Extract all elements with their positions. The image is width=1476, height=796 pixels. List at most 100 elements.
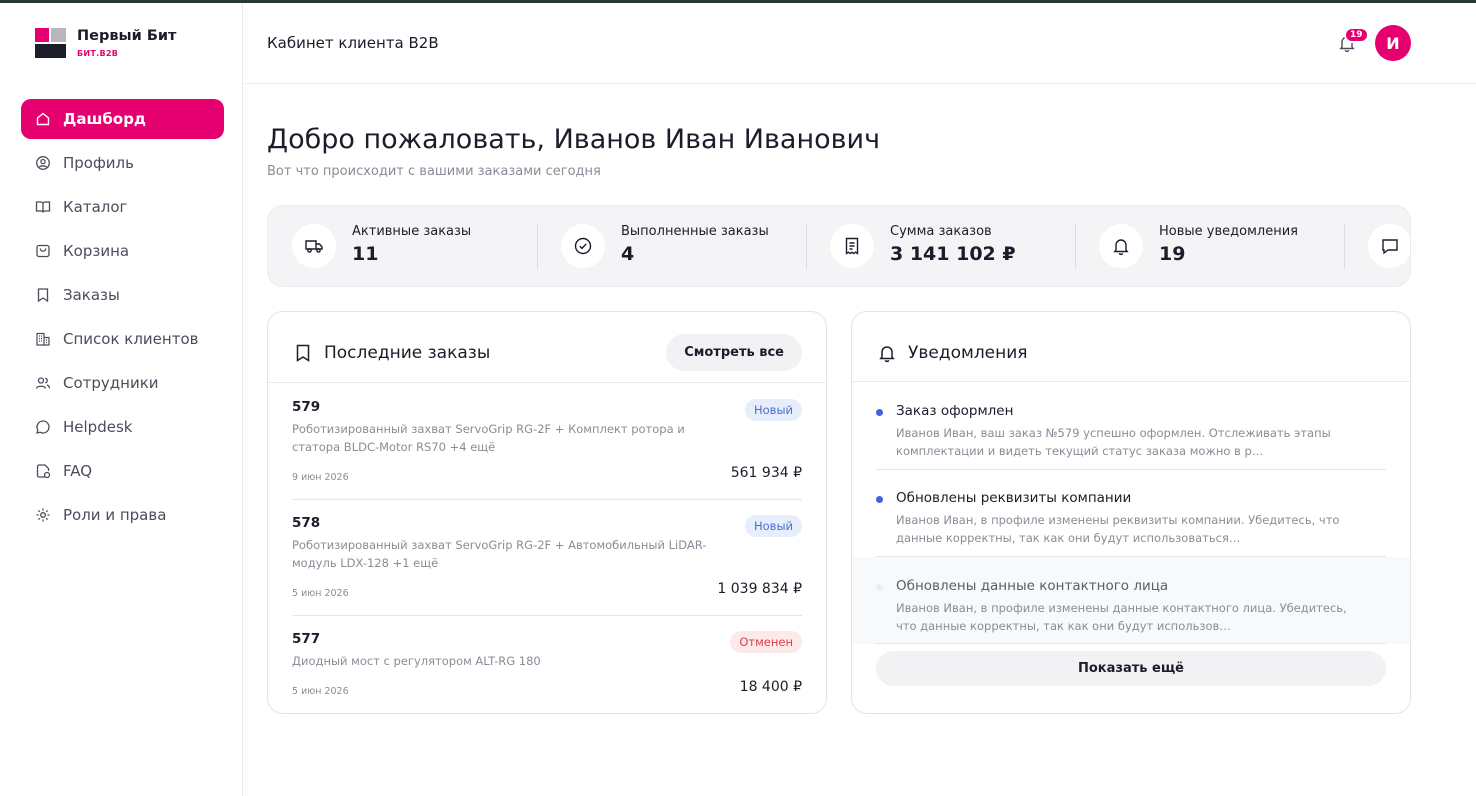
order-date: 5 июн 2026 bbox=[292, 686, 349, 697]
order-description: Диодный мост с регулятором ALT-RG 180 bbox=[292, 654, 541, 668]
order-number: 579 bbox=[292, 399, 321, 415]
sidebar-item-label: Профиль bbox=[63, 154, 134, 172]
page-title: Добро пожаловать, Иванов Иван Иванович bbox=[267, 124, 881, 155]
sidebar-item-employees[interactable]: Сотрудники bbox=[21, 363, 224, 403]
receipt-icon bbox=[830, 224, 874, 268]
stat-completed-orders[interactable]: Выполненные заказы 4 bbox=[537, 206, 806, 286]
gear-icon bbox=[35, 507, 51, 523]
stat-messages[interactable] bbox=[1344, 206, 1410, 286]
recent-orders-header: Последние заказы Смотреть все bbox=[268, 312, 826, 383]
sidebar-item-label: Заказы bbox=[63, 286, 120, 304]
sidebar-item-label: Helpdesk bbox=[63, 418, 133, 436]
stat-label: Выполненные заказы bbox=[621, 224, 769, 239]
notification-item[interactable]: Обновлены реквизиты компании Иванов Иван… bbox=[852, 469, 1410, 556]
order-description: Роботизированный захват ServoGrip RG-2F … bbox=[292, 538, 707, 570]
logo[interactable]: Первый Бит БИТ.B2B bbox=[35, 28, 235, 68]
divider bbox=[876, 643, 1386, 644]
sidebar-item-label: Корзина bbox=[63, 242, 130, 260]
sidebar-item-dashboard[interactable]: Дашборд bbox=[21, 99, 224, 139]
bookmark-icon bbox=[296, 344, 310, 362]
header-title: Кабинет клиента B2B bbox=[267, 34, 439, 52]
order-sum: 561 934 ₽ bbox=[730, 465, 802, 481]
sidebar-item-profile[interactable]: Профиль bbox=[21, 143, 224, 183]
status-badge: Отменен bbox=[730, 631, 802, 653]
sidebar-item-roles[interactable]: Роли и права bbox=[21, 495, 224, 535]
unread-dot bbox=[876, 496, 883, 503]
recent-orders-card: Последние заказы Смотреть все 579 Новый … bbox=[267, 311, 827, 714]
book-icon bbox=[35, 199, 51, 215]
status-badge: Новый bbox=[744, 399, 802, 421]
sidebar-item-helpdesk[interactable]: Helpdesk bbox=[21, 407, 224, 447]
stat-label: Активные заказы bbox=[352, 224, 472, 239]
stat-new-notifications[interactable]: Новые уведомления 19 bbox=[1075, 206, 1344, 286]
sidebar-item-label: Каталог bbox=[63, 198, 128, 216]
stats-panel: Активные заказы 11 Выполненные заказы 4 … bbox=[267, 205, 1411, 287]
home-icon bbox=[35, 111, 51, 127]
buildings-icon bbox=[35, 331, 51, 347]
order-date: 5 июн 2026 bbox=[292, 588, 349, 599]
notification-text: Иванов Иван, ваш заказ №579 успешно офор… bbox=[896, 426, 1331, 458]
stat-value: 19 bbox=[1159, 243, 1186, 265]
stat-orders-sum[interactable]: Сумма заказов 3 141 102 ₽ bbox=[806, 206, 1075, 286]
see-all-button[interactable]: Смотреть все bbox=[666, 334, 802, 371]
check-circle-icon bbox=[561, 224, 605, 268]
sidebar-item-label: FAQ bbox=[63, 462, 93, 480]
order-number: 577 bbox=[292, 631, 321, 647]
bookmark-icon bbox=[35, 287, 51, 303]
notifications-header: Уведомления bbox=[852, 312, 1410, 382]
sidebar-item-orders[interactable]: Заказы bbox=[21, 275, 224, 315]
basket-icon bbox=[35, 243, 51, 259]
notification-text: Иванов Иван, в профиле изменены реквизит… bbox=[896, 513, 1340, 545]
stat-label: Новые уведомления bbox=[1159, 224, 1298, 239]
order-row[interactable]: 578 Новый Роботизированный захват ServoG… bbox=[292, 499, 802, 615]
sidebar-nav: Дашборд Профиль Каталог Корзина Заказы С… bbox=[21, 99, 224, 539]
users-icon bbox=[35, 375, 51, 391]
show-more-button[interactable]: Показать ещё bbox=[876, 651, 1386, 686]
stat-value: 3 141 102 ₽ bbox=[890, 243, 1016, 265]
sidebar-item-faq[interactable]: FAQ bbox=[21, 451, 224, 491]
unread-dot bbox=[876, 409, 883, 416]
stat-label: Сумма заказов bbox=[890, 224, 992, 239]
bell-icon bbox=[879, 346, 895, 363]
stat-value: 11 bbox=[352, 243, 379, 265]
sidebar-item-label: Сотрудники bbox=[63, 374, 159, 392]
notifications-card: Уведомления Заказ оформлен Иванов Иван, … bbox=[851, 311, 1411, 714]
order-number: 578 bbox=[292, 515, 321, 531]
order-description: Роботизированный захват ServoGrip RG-2F … bbox=[292, 422, 685, 454]
order-sum: 18 400 ₽ bbox=[739, 679, 802, 695]
order-date: 9 июн 2026 bbox=[292, 472, 349, 483]
sidebar-item-label: Дашборд bbox=[63, 110, 147, 128]
sidebar-item-label: Список клиентов bbox=[63, 330, 199, 348]
read-dot bbox=[876, 584, 883, 591]
recent-orders-title: Последние заказы bbox=[324, 343, 491, 363]
chat-icon bbox=[1368, 224, 1410, 268]
user-circle-icon bbox=[35, 155, 51, 171]
notification-title: Обновлены реквизиты компании bbox=[896, 490, 1132, 506]
logo-mark-icon bbox=[35, 28, 67, 58]
notification-title: Заказ оформлен bbox=[896, 403, 1014, 419]
sidebar-item-cart[interactable]: Корзина bbox=[21, 231, 224, 271]
avatar[interactable]: И bbox=[1375, 25, 1411, 61]
status-badge: Новый bbox=[744, 515, 802, 537]
sidebar-item-catalog[interactable]: Каталог bbox=[21, 187, 224, 227]
top-header: Кабинет клиента B2B 19 И bbox=[244, 3, 1476, 84]
stat-active-orders[interactable]: Активные заказы 11 bbox=[268, 206, 537, 286]
brand-sub: БИТ.B2B bbox=[77, 49, 119, 58]
bell-icon bbox=[1099, 224, 1143, 268]
brand-name: Первый Бит bbox=[77, 28, 177, 44]
notification-item[interactable]: Заказ оформлен Иванов Иван, ваш заказ №5… bbox=[852, 382, 1410, 469]
notifications-title: Уведомления bbox=[908, 343, 1028, 363]
notification-text: Иванов Иван, в профиле изменены данные к… bbox=[896, 601, 1347, 633]
notification-item[interactable]: Обновлены данные контактного лица Иванов… bbox=[852, 557, 1410, 644]
order-sum: 1 039 834 ₽ bbox=[717, 581, 802, 597]
order-row[interactable]: 579 Новый Роботизированный захват ServoG… bbox=[292, 383, 802, 499]
faq-icon bbox=[35, 463, 51, 479]
sidebar-item-label: Роли и права bbox=[63, 506, 167, 524]
order-row[interactable]: 577 Отменен Диодный мост с регулятором A… bbox=[292, 615, 802, 713]
stat-value: 4 bbox=[621, 243, 635, 265]
sidebar-item-clients[interactable]: Список клиентов bbox=[21, 319, 224, 359]
chat-bubble-icon bbox=[35, 419, 51, 435]
notification-title: Обновлены данные контактного лица bbox=[896, 578, 1169, 594]
page-subtitle: Вот что происходит с вашими заказами сег… bbox=[267, 164, 601, 179]
notifications-count-badge: 19 bbox=[1344, 27, 1369, 43]
